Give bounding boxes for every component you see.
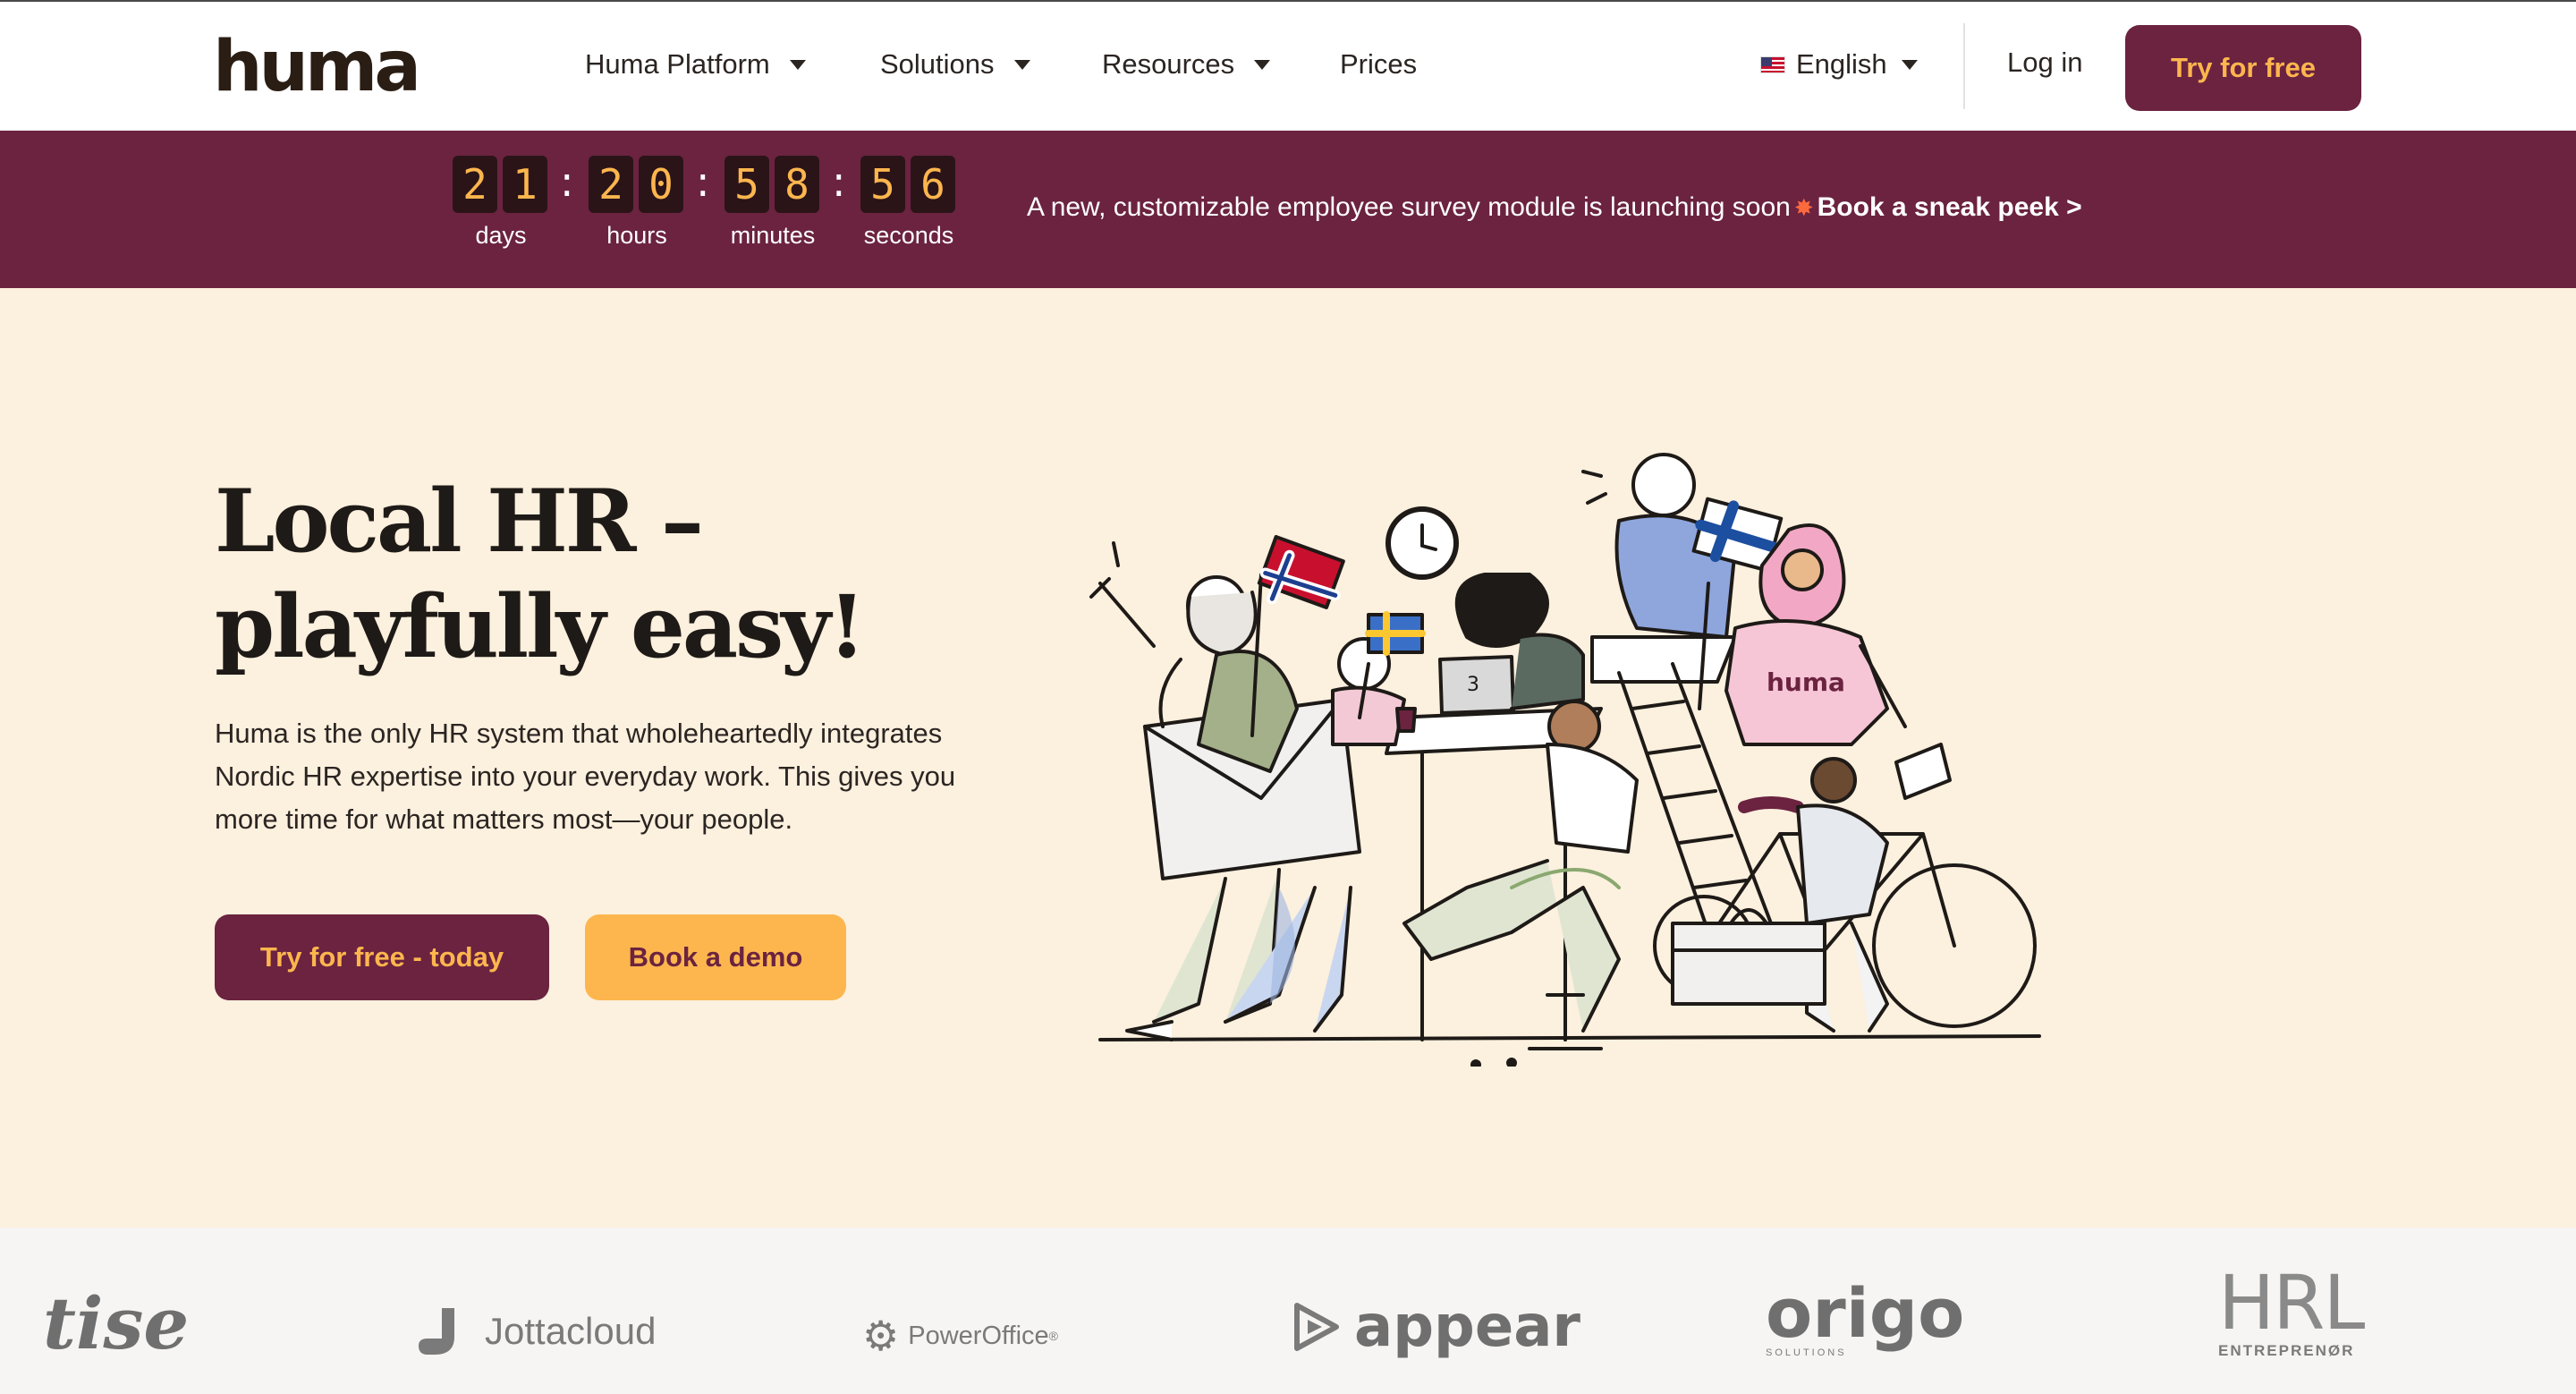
announcement-text: A new, customizable employee survey modu… bbox=[1027, 190, 2082, 225]
countdown-seconds-label: seconds bbox=[863, 222, 954, 249]
countdown-minutes-label: minutes bbox=[730, 222, 816, 249]
customer-name: appear bbox=[1354, 1294, 1580, 1360]
nav-item-label: Resources bbox=[1102, 48, 1235, 80]
customer-logos: tise Jottacloud ⚙ PowerOffice ® appear or… bbox=[0, 1228, 2576, 1394]
customer-name: PowerOffice bbox=[908, 1321, 1049, 1350]
nav-item-prices[interactable]: Prices bbox=[1340, 47, 1417, 82]
sneak-peek-link[interactable]: Book a sneak peek > bbox=[1818, 192, 2082, 222]
hero-section: Local HR – playfully easy! Huma is the o… bbox=[0, 288, 2576, 1228]
countdown-minutes-digit-2: 8 bbox=[775, 156, 819, 213]
gear-icon: ⚙ bbox=[862, 1313, 900, 1359]
login-link[interactable]: Log in bbox=[2007, 45, 2082, 81]
jottacloud-logo[interactable]: Jottacloud bbox=[415, 1305, 656, 1358]
countdown-separator: : bbox=[696, 157, 710, 206]
book-demo-button[interactable]: Book a demo bbox=[585, 914, 846, 1000]
countdown-seconds-digit-1: 5 bbox=[860, 156, 905, 213]
hrl-logo[interactable]: HRL ENTREPRENØR bbox=[2218, 1259, 2365, 1360]
play-icon bbox=[1294, 1303, 1339, 1351]
huma-logo[interactable]: huma bbox=[213, 32, 421, 102]
language-label: English bbox=[1796, 48, 1887, 80]
language-selector[interactable]: English bbox=[1760, 47, 1918, 82]
nav-item-label: Solutions bbox=[880, 48, 995, 80]
caret-down-icon bbox=[1901, 59, 1918, 70]
hero-description: Huma is the only HR system that wholehea… bbox=[215, 718, 956, 835]
poweroffice-logo[interactable]: ⚙ PowerOffice ® bbox=[862, 1312, 1058, 1360]
caret-down-icon bbox=[789, 59, 806, 70]
origo-logo[interactable]: origo SOLUTIONS bbox=[1766, 1273, 1965, 1359]
countdown-seconds-digit-2: 6 bbox=[911, 156, 955, 213]
hero-title-line-2: playfully easy! bbox=[215, 576, 866, 677]
hero-title: Local HR – playfully easy! bbox=[215, 469, 1020, 680]
customer-name: origo bbox=[1766, 1273, 1965, 1353]
caret-down-icon bbox=[1254, 59, 1271, 70]
nav-divider bbox=[1963, 23, 1965, 109]
nav-item-label: Prices bbox=[1340, 48, 1418, 80]
top-navigation: huma Huma Platform Solutions Resources P… bbox=[0, 0, 2576, 131]
countdown-days-label: days bbox=[475, 222, 527, 249]
countdown-minutes-digit-1: 5 bbox=[724, 156, 769, 213]
announcement-banner: 2 1 : 2 0 : 5 8 : 5 6 days hours minutes… bbox=[0, 131, 2576, 288]
nav-item-resources[interactable]: Resources bbox=[1102, 47, 1271, 82]
ground-line bbox=[1098, 1034, 2041, 1041]
laptop-text: 3 bbox=[1467, 674, 1479, 696]
customer-name: Jottacloud bbox=[485, 1310, 657, 1352]
shirt-text: huma bbox=[1767, 667, 1845, 697]
countdown-hours-digit-2: 0 bbox=[639, 156, 683, 213]
sparkle-icon: ✸ bbox=[1793, 194, 1814, 221]
announcement-message: A new, customizable employee survey modu… bbox=[1027, 192, 1791, 222]
caret-down-icon bbox=[1013, 59, 1030, 70]
us-flag-icon bbox=[1760, 55, 1785, 73]
hero-title-line-1: Local HR – bbox=[215, 471, 704, 572]
try-for-free-button[interactable]: Try for free bbox=[2125, 25, 2361, 111]
customer-name: HRL bbox=[2218, 1259, 2365, 1347]
nav-item-huma-platform[interactable]: Huma Platform bbox=[585, 47, 806, 82]
tise-logo[interactable]: tise bbox=[43, 1281, 189, 1365]
countdown-days-digit-1: 2 bbox=[453, 156, 497, 213]
jottacloud-icon bbox=[419, 1308, 454, 1355]
customer-name: tise bbox=[43, 1281, 190, 1365]
try-for-free-today-button[interactable]: Try for free - today bbox=[215, 914, 549, 1000]
countdown-separator: : bbox=[560, 157, 574, 206]
countdown-hours-label: hours bbox=[606, 222, 667, 249]
countdown-separator: : bbox=[832, 157, 846, 206]
team-illustration: 3 huma bbox=[1089, 453, 2041, 1067]
customer-subtitle: ENTREPRENØR bbox=[2218, 1342, 2355, 1359]
customer-subtitle: SOLUTIONS bbox=[1766, 1347, 1847, 1358]
countdown-days-digit-2: 1 bbox=[503, 156, 547, 213]
countdown-hours-digit-1: 2 bbox=[589, 156, 633, 213]
appear-logo[interactable]: appear bbox=[1292, 1294, 1580, 1360]
nav-item-label: Huma Platform bbox=[585, 48, 770, 80]
nav-item-solutions[interactable]: Solutions bbox=[880, 47, 1030, 82]
